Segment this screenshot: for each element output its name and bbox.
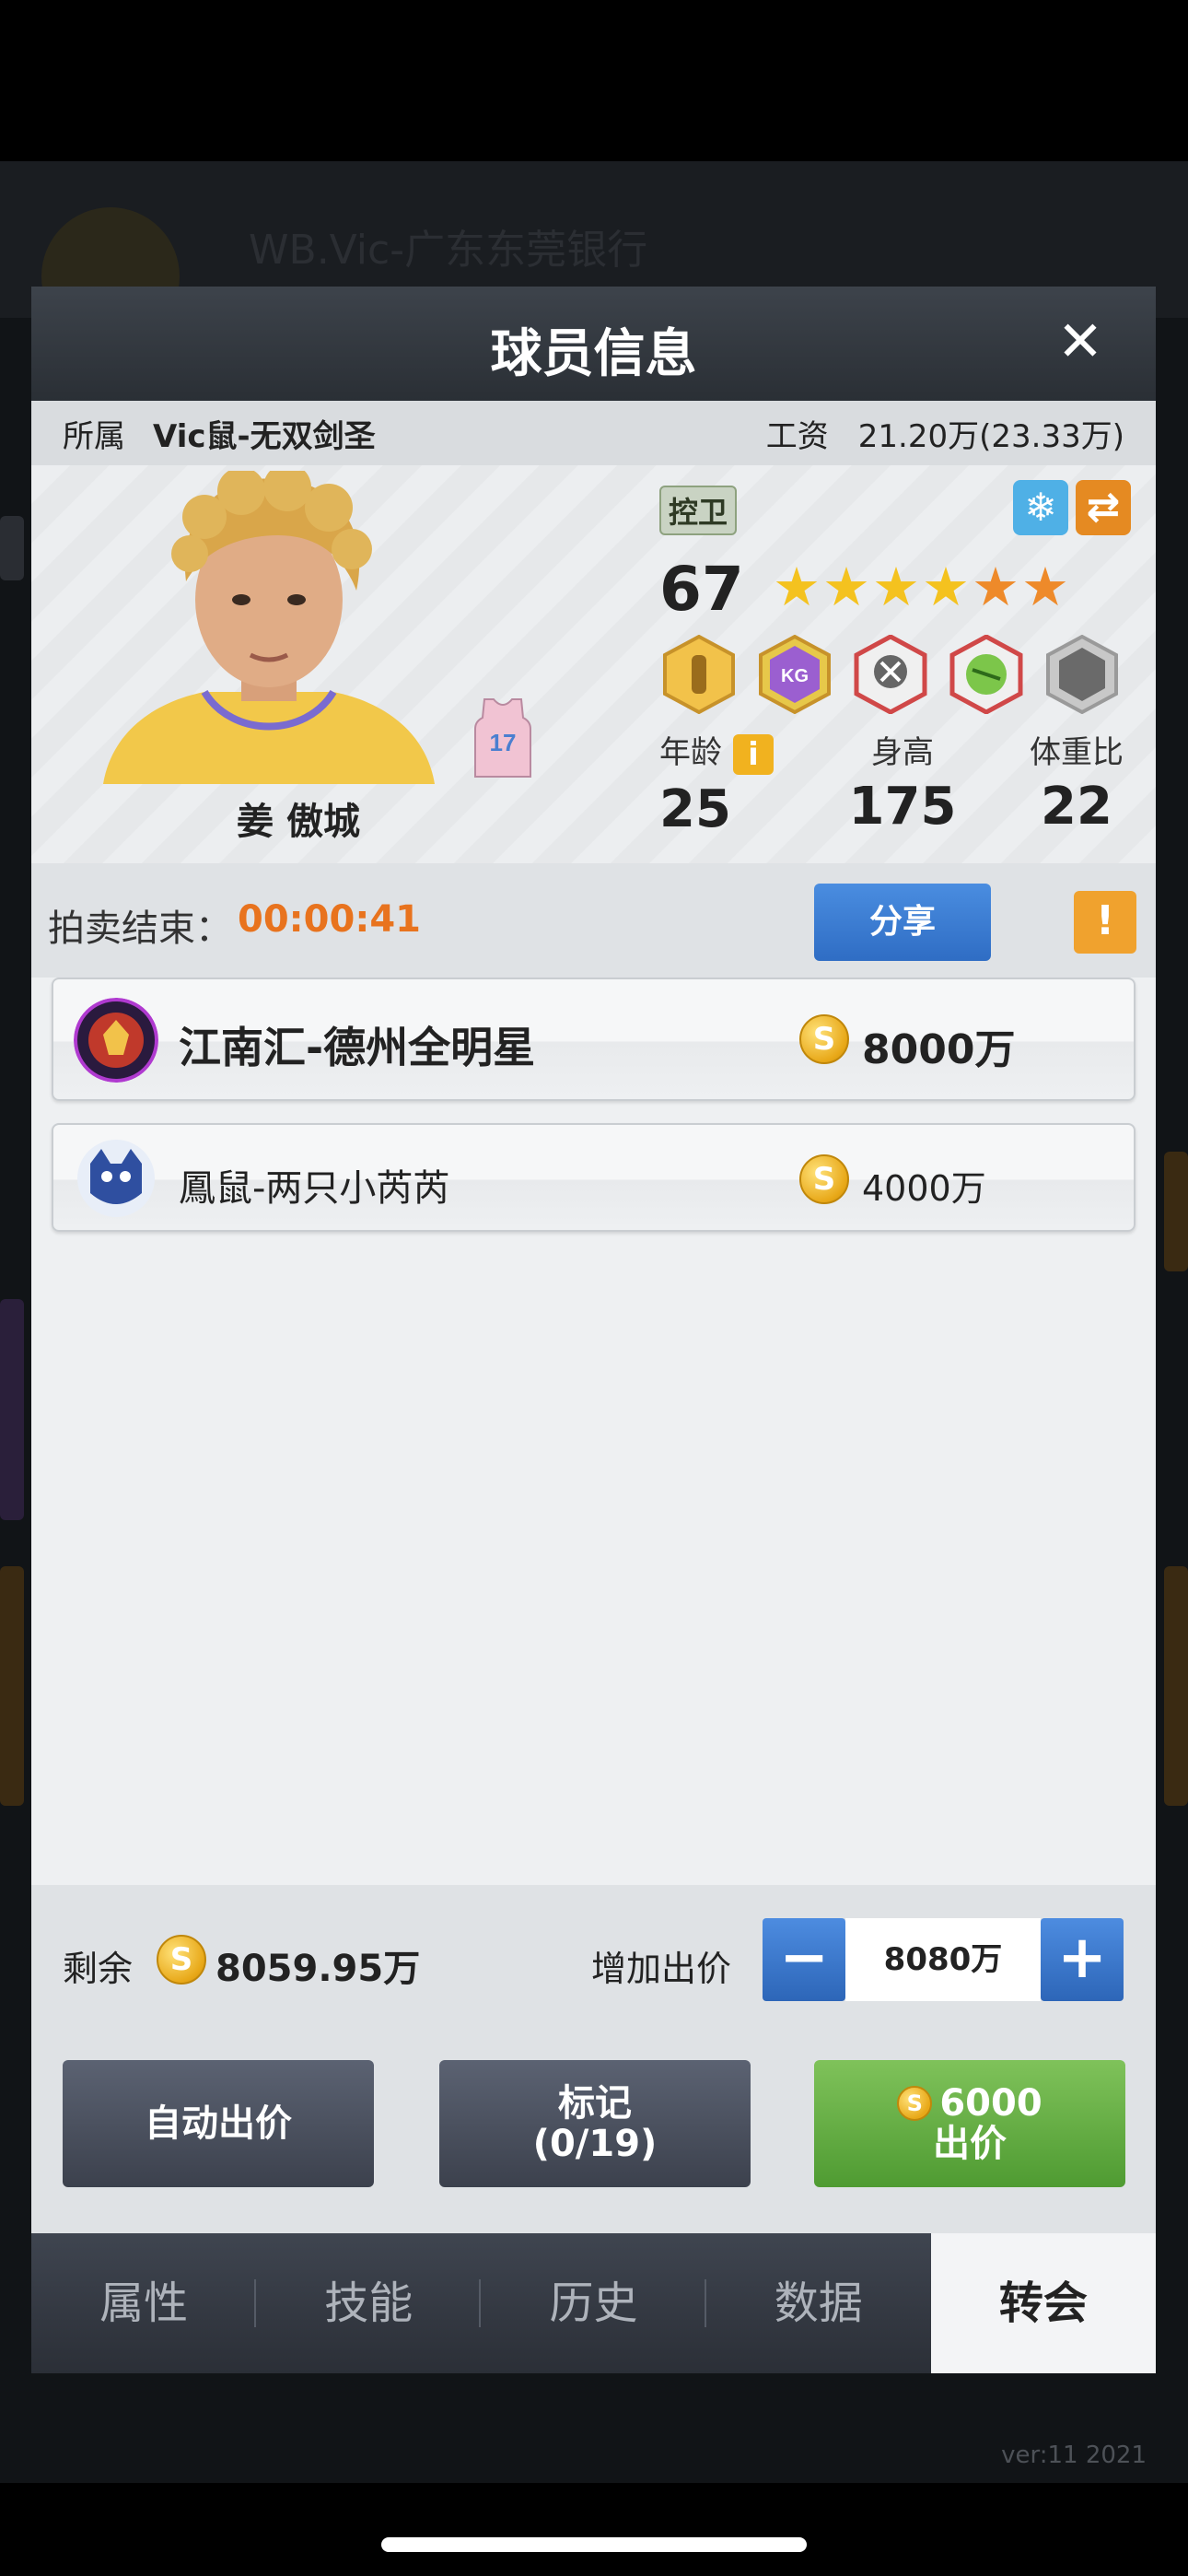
red-blocked-badge-icon[interactable]: [851, 635, 930, 714]
bid-team-name: 鳳鼠-两只小芮芮: [179, 1167, 450, 1210]
coin-icon: S: [897, 2086, 933, 2121]
close-button[interactable]: ✕: [1053, 314, 1108, 369]
raise-bid-input[interactable]: 8080万: [845, 1918, 1041, 2001]
swap-icon[interactable]: ⇄: [1076, 480, 1131, 535]
background-side-tab: [0, 1566, 24, 1806]
height-stat: 身高 175: [829, 727, 976, 837]
star-icon: ★: [773, 556, 821, 618]
coin-icon: S: [799, 1154, 849, 1204]
star-icon: ★: [972, 556, 1019, 618]
salary-value: 21.20万(23.33万): [857, 417, 1124, 455]
svg-text:KG: KG: [781, 666, 809, 686]
modal-header: 球员信息 ✕: [31, 287, 1156, 401]
bid-button-amount: 6000: [939, 2082, 1042, 2125]
star-icon: ★: [1021, 556, 1069, 618]
background-side-tab: [0, 516, 24, 580]
player-portrait: [103, 471, 435, 784]
tab-attributes[interactable]: 属性: [31, 2233, 257, 2373]
player-name: 姜 傲城: [237, 801, 360, 843]
star-rating: ★ ★ ★ ★ ★ ★: [773, 557, 1069, 616]
decrease-bid-button[interactable]: −: [763, 1918, 845, 2001]
gray-empty-badge-icon[interactable]: [1042, 635, 1122, 714]
weight-ratio-value: 22: [1041, 777, 1112, 837]
height-label: 身高: [871, 734, 934, 771]
bid-amount: 4000万: [862, 1168, 986, 1209]
star-icon: ★: [822, 556, 870, 618]
bid-team-name: 江南汇-德州全明星: [179, 1023, 536, 1072]
modal-title: 球员信息: [490, 324, 697, 384]
background-side-tab: [1164, 1152, 1188, 1271]
bid-button-label: 出价: [933, 2123, 1007, 2165]
star-icon: ★: [872, 556, 920, 618]
coin-icon: S: [157, 1935, 206, 1985]
snowflake-icon[interactable]: ❄: [1013, 480, 1068, 535]
player-panel: 17 姜 傲城 控卫 ❄ ⇄ 67 ★ ★ ★ ★ ★ ★ KG 年龄 i 25…: [31, 465, 1156, 863]
green-ball-badge-icon[interactable]: [947, 635, 1026, 714]
star-icon: ★: [922, 556, 970, 618]
purple-kg-badge-icon[interactable]: KG: [755, 635, 834, 714]
position-badge: 控卫: [659, 486, 738, 535]
bid-row[interactable]: 鳳鼠-两只小芮芮 S 4000万: [52, 1123, 1136, 1232]
auto-bid-button[interactable]: 自动出价: [63, 2060, 374, 2187]
close-icon: ✕: [1056, 310, 1104, 374]
player-info-modal: 球员信息 ✕ 所属 Vic鼠-无双剑圣 工资 21.20万(23.33万) 17: [31, 287, 1156, 2373]
info-icon[interactable]: i: [733, 733, 774, 775]
bid-amount: 8000万: [862, 1026, 1016, 1073]
gold-body-badge-icon[interactable]: [659, 635, 739, 714]
increase-bid-button[interactable]: +: [1041, 1918, 1124, 2001]
auction-bar: 拍卖结束： 00:00:41 分享 !: [31, 863, 1156, 978]
bid-row[interactable]: 江南汇-德州全明星 S 8000万: [52, 978, 1136, 1101]
jersey-number: 17: [490, 729, 517, 756]
team-logo-icon: [74, 998, 158, 1083]
auto-bid-label: 自动出价: [145, 2102, 292, 2145]
warning-icon[interactable]: !: [1074, 891, 1136, 954]
tab-skills[interactable]: 技能: [256, 2233, 482, 2373]
mark-button[interactable]: 标记 (0/19): [439, 2060, 751, 2187]
place-bid-button[interactable]: S 6000 出价: [814, 2060, 1125, 2187]
weight-ratio-label: 体重比: [1030, 734, 1124, 771]
version-label: ver:11 2021: [1001, 2441, 1147, 2469]
weight-ratio-stat: 体重比 22: [998, 727, 1155, 837]
tab-data[interactable]: 数据: [706, 2233, 931, 2373]
team-logo-icon: [77, 1140, 155, 1217]
home-indicator: [381, 2537, 807, 2552]
bid-list: 江南汇-德州全明星 S 8000万 鳳鼠-两只小芮芮 S 4000万: [31, 978, 1156, 1254]
raise-bid-label: 增加出价: [591, 1949, 732, 1989]
mark-count: (0/19): [532, 2123, 658, 2165]
background-title: WB.Vic-广东东莞银行: [249, 227, 648, 274]
mark-label: 标记: [558, 2082, 632, 2125]
auction-countdown: 00:00:41: [238, 898, 421, 941]
team-salary-bar: 所属 Vic鼠-无双剑圣 工资 21.20万(23.33万): [31, 401, 1156, 465]
salary-label: 工资: [765, 417, 829, 455]
age-label: 年龄: [659, 734, 722, 771]
age-value: 25: [659, 779, 731, 839]
remaining-amount: 8059.95万: [215, 1948, 421, 1990]
team-value: Vic鼠-无双剑圣: [153, 417, 376, 455]
share-button[interactable]: 分享: [814, 884, 991, 961]
age-stat: 年龄 i 25: [659, 727, 774, 839]
skill-badges: KG: [659, 635, 1122, 714]
background-side-tab: [1164, 1566, 1188, 1806]
player-rating: 67: [659, 554, 744, 625]
coin-icon: S: [799, 1014, 849, 1064]
tab-transfer[interactable]: 转会: [930, 2233, 1156, 2373]
auction-end-label: 拍卖结束：: [48, 907, 232, 950]
tab-bar: 属性 技能 历史 数据 转会: [31, 2233, 1156, 2373]
team-label: 所属: [63, 417, 125, 455]
tab-history[interactable]: 历史: [481, 2233, 706, 2373]
height-value: 175: [848, 777, 957, 837]
background-side-tab: [0, 1299, 24, 1520]
remaining-label: 剩余: [63, 1949, 134, 1989]
jersey-icon: 17: [474, 698, 531, 778]
